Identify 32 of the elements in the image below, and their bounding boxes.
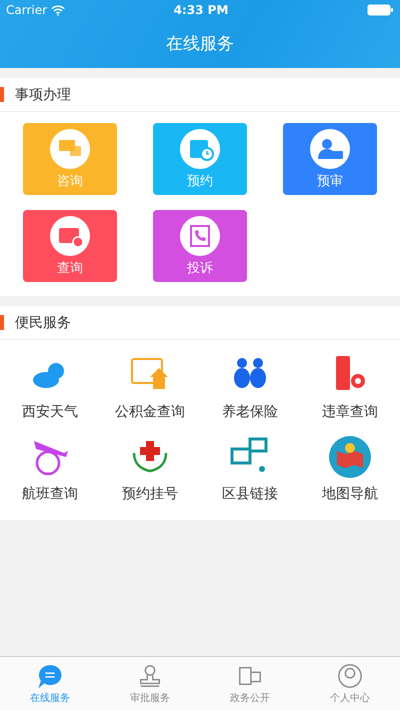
service-label: 地图导航 [322,485,378,503]
tab-item[interactable]: 审批服务 [100,657,200,710]
tab-item[interactable]: 个人中心 [300,657,400,710]
page-title: 在线服务 [165,33,235,56]
person-icon [337,662,363,688]
service-label: 西安天气 [22,403,78,421]
clock-time: 4:33 PM [172,3,230,17]
person-briefcase-icon [310,128,350,168]
carrier-name: Carrier [6,3,48,17]
battery-icon [367,4,394,16]
service-label: 区县链接 [222,485,278,503]
service-tile[interactable]: 预审 [283,123,377,195]
service-label: 预约挂号 [122,485,178,503]
service-label: 养老保险 [222,403,278,421]
service-tile[interactable]: 查询 [23,210,117,282]
calendar-clock-icon [180,128,220,168]
tab-item[interactable]: 政务公开 [200,657,300,710]
service-tile[interactable]: 咨询 [23,123,117,195]
map-pin-icon[interactable] [328,435,372,479]
section-title: 便民服务 [15,314,71,332]
service-label: 违章查询 [322,403,378,421]
wifi-icon [51,4,66,16]
phone-card-icon [180,216,220,256]
service-label: 公积金查询 [115,403,185,421]
section-title: 事项办理 [15,86,71,104]
service-label: 航班查询 [22,485,78,503]
chat-bubble-icon [37,662,63,688]
chat-bubbles-icon [50,128,90,168]
service-tile[interactable]: 预约 [153,123,247,195]
stamp-icon [137,662,163,688]
service-tile[interactable]: 投诉 [153,210,247,282]
tab-item[interactable]: 在线服务 [0,657,100,710]
